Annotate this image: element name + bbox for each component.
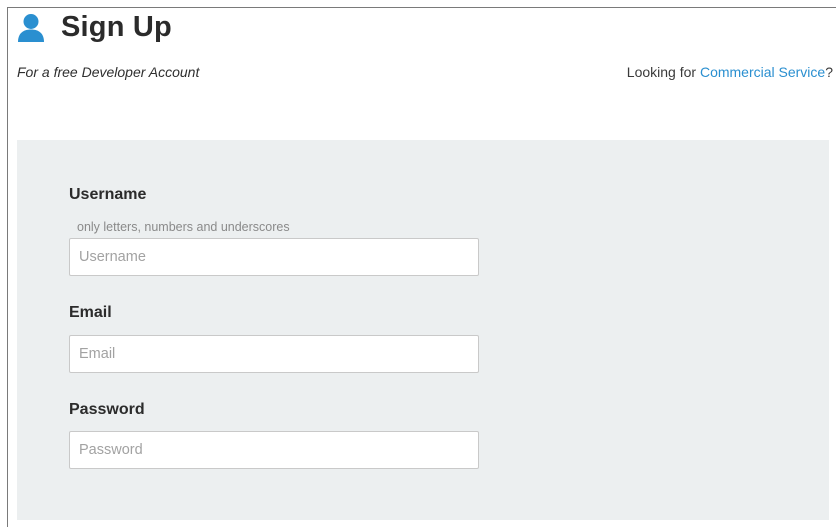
commercial-service-link[interactable]: Commercial Service xyxy=(700,64,825,80)
page-header: Sign Up xyxy=(17,11,172,44)
username-label: Username xyxy=(69,186,147,203)
username-input[interactable] xyxy=(69,238,479,276)
commercial-prefix-text: Looking for xyxy=(626,64,700,80)
username-hint: only letters, numbers and underscores xyxy=(77,220,290,234)
email-input[interactable] xyxy=(69,335,479,373)
commercial-suffix-text: ? xyxy=(825,64,833,80)
signup-form-panel: Username only letters, numbers and under… xyxy=(17,140,829,520)
password-label: Password xyxy=(69,401,145,418)
page-subtitle: For a free Developer Account xyxy=(17,64,200,80)
password-input[interactable] xyxy=(69,431,479,469)
page-title: Sign Up xyxy=(61,11,172,43)
commercial-service-prompt: Looking for Commercial Service? xyxy=(627,64,833,80)
email-label: Email xyxy=(69,304,112,321)
user-icon xyxy=(17,13,45,43)
